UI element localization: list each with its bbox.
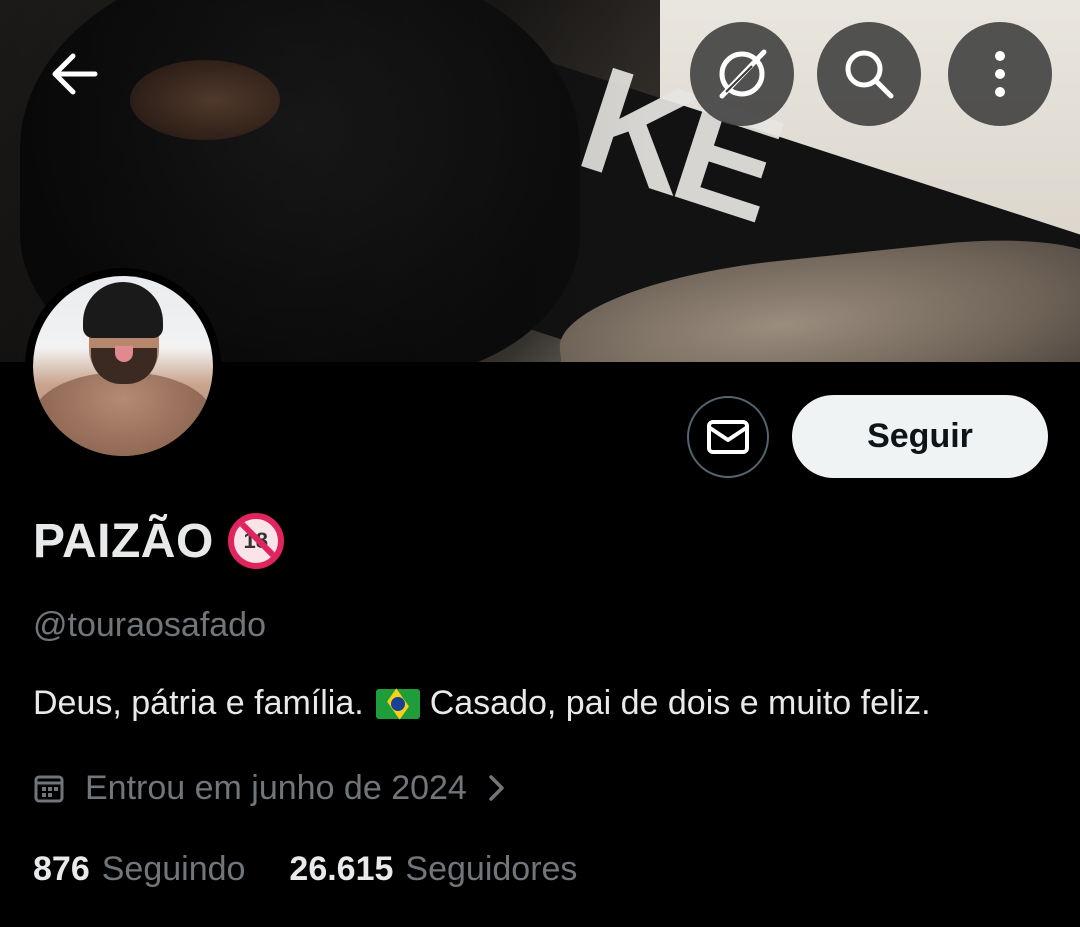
follow-stats: 876 Seguindo 26.615 Seguidores: [33, 846, 577, 892]
message-button[interactable]: [687, 396, 769, 478]
profile-name-row: PAIZÃO 18: [33, 510, 284, 572]
joined-date-row[interactable]: Entrou em junho de 2024: [33, 764, 507, 812]
following-label: Seguindo: [101, 849, 246, 888]
joined-date: Entrou em junho de 2024: [85, 768, 467, 807]
follow-button[interactable]: Seguir: [792, 395, 1048, 478]
followers-label: Seguidores: [405, 849, 578, 888]
more-vertical-icon: [995, 51, 1005, 97]
bio-text-part1: Deus, pátria e família.: [33, 684, 364, 722]
brazil-flag-icon: [375, 688, 420, 719]
grok-icon: [719, 49, 767, 99]
envelope-icon: [707, 420, 749, 454]
more-options-button[interactable]: [948, 22, 1052, 126]
following-count: 876: [33, 849, 90, 888]
grok-button[interactable]: [690, 22, 794, 126]
calendar-icon: [34, 775, 64, 803]
search-button[interactable]: [817, 22, 921, 126]
followers-stat[interactable]: 26.615 Seguidores: [289, 850, 577, 889]
search-icon: [845, 50, 894, 99]
following-stat[interactable]: 876 Seguindo: [33, 850, 245, 889]
avatar[interactable]: [25, 268, 221, 464]
arrow-left-icon: [52, 53, 98, 95]
display-name: PAIZÃO: [33, 514, 214, 568]
avatar-photo: [33, 276, 213, 456]
chevron-right-icon: [489, 775, 504, 801]
followers-count: 26.615: [289, 849, 394, 888]
user-handle: @touraosafado: [33, 606, 267, 644]
bio-text-part2: Casado, pai de dois e muito feliz.: [429, 684, 931, 722]
bio: Deus, pátria e família. Casado, pai de d…: [33, 684, 931, 723]
back-button[interactable]: [22, 22, 126, 126]
no-one-under-18-icon: 18: [227, 513, 284, 569]
